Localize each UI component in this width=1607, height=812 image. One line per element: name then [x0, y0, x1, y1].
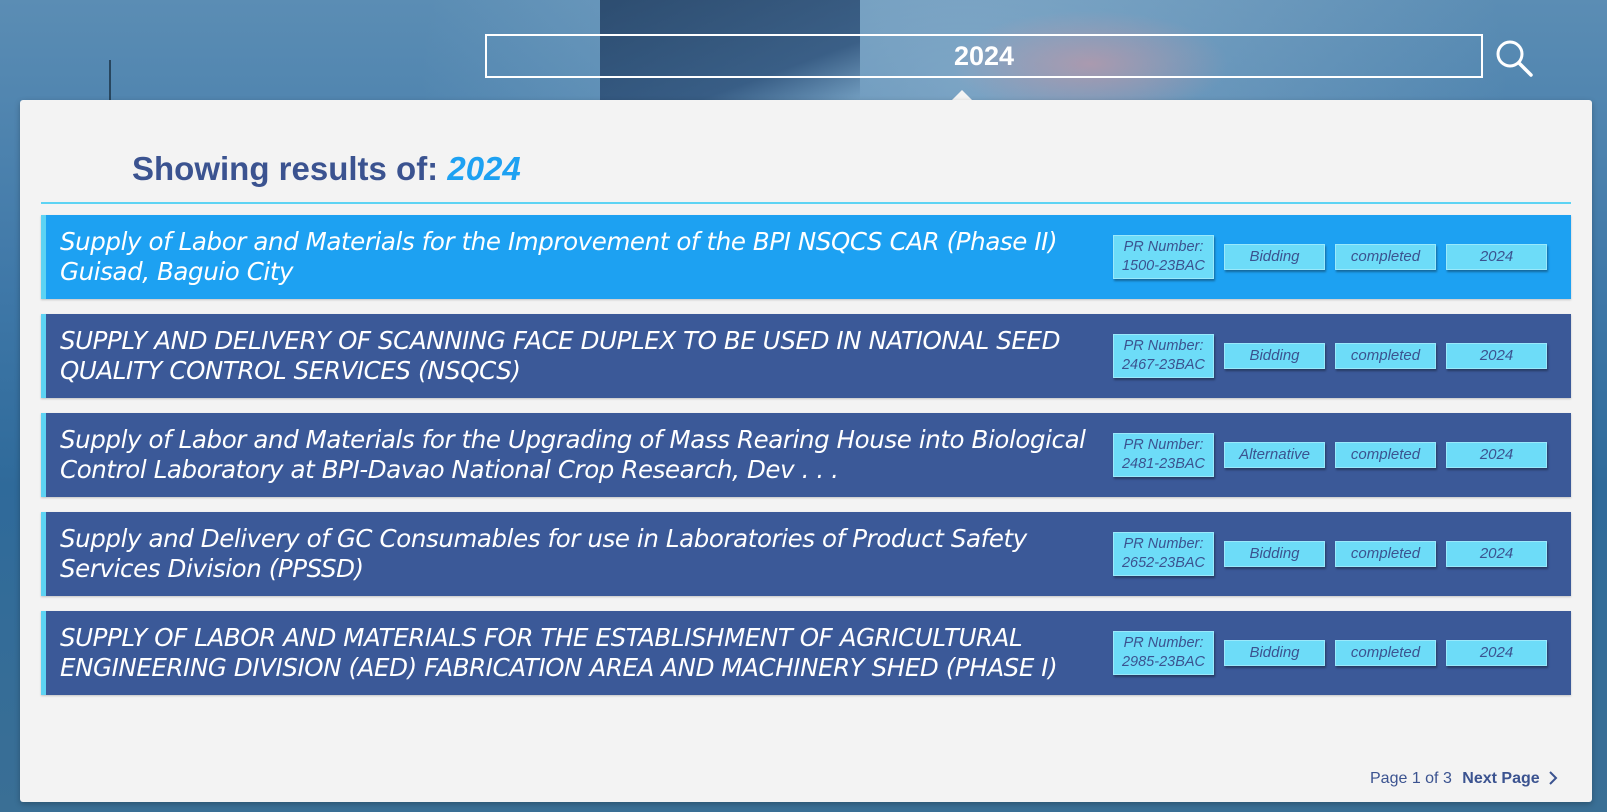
- pr-number-label: PR Number:: [1123, 437, 1204, 453]
- year-badge: 2024: [1446, 343, 1547, 369]
- pr-number-value: 2481-23BAC: [1121, 456, 1206, 472]
- status-badge: completed: [1335, 244, 1436, 270]
- results-heading-prefix: Showing results of:: [132, 150, 439, 187]
- pr-number-badge: PR Number: 1500-23BAC: [1113, 235, 1214, 279]
- next-page-label: Next Page: [1462, 770, 1540, 787]
- status-badge: completed: [1335, 442, 1436, 468]
- year-badge: 2024: [1446, 442, 1547, 468]
- next-page-link[interactable]: Next Page: [1462, 770, 1558, 787]
- results-heading: Showing results of: 2024: [132, 150, 521, 188]
- pr-number-label: PR Number:: [1123, 338, 1204, 354]
- pr-number-badge: PR Number: 2652-23BAC: [1113, 532, 1214, 576]
- pr-number-badge: PR Number: 2481-23BAC: [1113, 433, 1214, 477]
- procurement-mode-badge: Bidding: [1224, 343, 1325, 369]
- pr-number-label: PR Number:: [1123, 536, 1204, 552]
- search-input[interactable]: [485, 34, 1483, 78]
- pr-number-value: 2467-23BAC: [1121, 357, 1206, 373]
- procurement-mode-badge: Bidding: [1224, 640, 1325, 666]
- result-row[interactable]: SUPPLY AND DELIVERY OF SCANNING FACE DUP…: [41, 314, 1571, 398]
- result-title[interactable]: SUPPLY AND DELIVERY OF SCANNING FACE DUP…: [60, 314, 1103, 398]
- result-tags: PR Number: 1500-23BAC Bidding completed 2024: [1113, 235, 1547, 279]
- result-tags: PR Number: 2652-23BAC Bidding completed 2024: [1113, 532, 1547, 576]
- result-tags: PR Number: 2481-23BAC Alternative completed…: [1113, 433, 1547, 477]
- result-row[interactable]: SUPPLY OF LABOR AND MATERIALS FOR THE ES…: [41, 611, 1571, 695]
- results-heading-query: 2024: [447, 150, 521, 187]
- background-pole: [109, 60, 111, 100]
- search-icon[interactable]: [1494, 38, 1534, 78]
- pr-number-label: PR Number:: [1123, 635, 1204, 651]
- year-badge: 2024: [1446, 541, 1547, 567]
- pr-number-label: PR Number:: [1123, 239, 1204, 255]
- pr-number-badge: PR Number: 2985-23BAC: [1113, 631, 1214, 675]
- result-tags: PR Number: 2467-23BAC Bidding completed 2024: [1113, 334, 1547, 378]
- results-list: Supply of Labor and Materials for the Im…: [41, 215, 1571, 710]
- procurement-mode-badge: Bidding: [1224, 244, 1325, 270]
- chevron-right-icon: [1549, 771, 1558, 785]
- status-badge: completed: [1335, 541, 1436, 567]
- page-indicator: Page 1 of 3: [1370, 770, 1452, 787]
- procurement-mode-badge: Bidding: [1224, 541, 1325, 567]
- pagination: Page 1 of 3 Next Page: [1370, 770, 1558, 788]
- result-row[interactable]: Supply of Labor and Materials for the Im…: [41, 215, 1571, 299]
- status-badge: completed: [1335, 640, 1436, 666]
- procurement-mode-badge: Alternative: [1224, 442, 1325, 468]
- result-title[interactable]: SUPPLY OF LABOR AND MATERIALS FOR THE ES…: [60, 611, 1103, 695]
- result-row[interactable]: Supply and Delivery of GC Consumables fo…: [41, 512, 1571, 596]
- year-badge: 2024: [1446, 640, 1547, 666]
- year-badge: 2024: [1446, 244, 1547, 270]
- result-title[interactable]: Supply of Labor and Materials for the Im…: [60, 215, 1103, 299]
- pr-number-value: 1500-23BAC: [1121, 258, 1206, 274]
- pr-number-badge: PR Number: 2467-23BAC: [1113, 334, 1214, 378]
- result-title[interactable]: Supply of Labor and Materials for the Up…: [60, 413, 1103, 497]
- heading-divider: [41, 202, 1571, 204]
- result-title[interactable]: Supply and Delivery of GC Consumables fo…: [60, 512, 1103, 596]
- status-badge: completed: [1335, 343, 1436, 369]
- pr-number-value: 2985-23BAC: [1121, 654, 1206, 670]
- result-row[interactable]: Supply of Labor and Materials for the Up…: [41, 413, 1571, 497]
- pr-number-value: 2652-23BAC: [1121, 555, 1206, 571]
- result-tags: PR Number: 2985-23BAC Bidding completed 2024: [1113, 631, 1547, 675]
